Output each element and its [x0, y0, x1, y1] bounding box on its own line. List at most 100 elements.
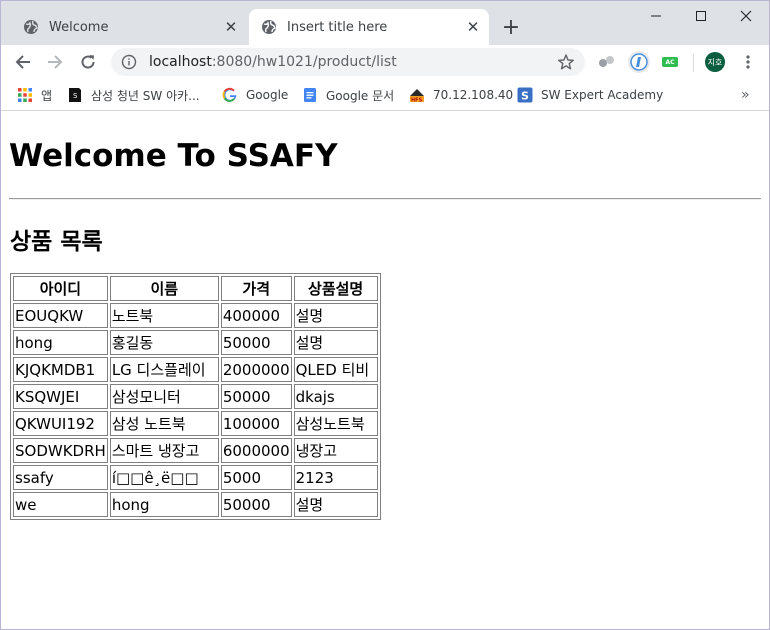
bookmark-hfs[interactable]: HFS 70.12.108.40	[409, 85, 513, 105]
whale-extension-icon[interactable]	[627, 50, 651, 74]
cell-name: 삼성 노트북	[109, 411, 219, 436]
star-icon[interactable]	[557, 53, 575, 71]
bookmarks-overflow-button[interactable]: »	[741, 85, 750, 105]
cell-name: í□□ê¸ë□□	[109, 465, 219, 490]
bookmark-label: SW Expert Academy	[541, 88, 664, 102]
cell-id: KJQKMDB1	[13, 357, 108, 382]
new-tab-button[interactable]: +	[499, 15, 523, 40]
bookmarks-bar: 앱 S 삼성 청년 SW 아카... Google Google 문서 HFS …	[1, 79, 769, 111]
ac-extension-icon[interactable]: AC	[662, 57, 678, 67]
cell-description: 삼성노트북	[293, 411, 378, 436]
ac-badge-label: AC	[665, 58, 675, 66]
page-heading: Welcome To SSAFY	[9, 138, 338, 174]
extension-icon[interactable]	[597, 53, 617, 71]
close-icon[interactable]: ✕	[465, 18, 481, 36]
bookmark-label: 앱	[41, 88, 53, 103]
table-row: ssafy í□□ê¸ë□□ 5000 2123	[13, 465, 378, 490]
svg-text:S: S	[73, 92, 78, 100]
maximize-button[interactable]	[678, 1, 724, 31]
cell-id: QKWUI192	[13, 411, 108, 436]
column-header-price: 가격	[220, 276, 292, 301]
minimize-button[interactable]	[633, 1, 679, 31]
maximize-icon	[696, 11, 706, 21]
tab-title: Welcome	[49, 19, 109, 35]
bookmark-label: Google	[246, 88, 289, 102]
cell-id: ssafy	[13, 465, 108, 490]
google-docs-icon	[304, 88, 316, 102]
cell-id: EOUQKW	[13, 303, 108, 328]
cell-id: hong	[13, 330, 108, 355]
table-row: QKWUI192 삼성 노트북 100000 삼성노트북	[13, 411, 378, 436]
url-text: localhost:8080/hw1021/product/list	[149, 54, 397, 70]
table-row: we hong 50000 설명	[13, 492, 378, 517]
cell-description: 설명	[293, 492, 378, 517]
toolbar-divider	[693, 54, 694, 72]
cell-name: 삼성모니터	[109, 384, 219, 409]
column-header-description: 상품설명	[293, 276, 378, 301]
bookmark-label: 삼성 청년 SW 아카...	[91, 88, 200, 103]
cell-id: KSQWJEI	[13, 384, 108, 409]
bookmark-google-docs[interactable]: Google 문서	[302, 85, 394, 105]
cell-price: 400000	[220, 303, 292, 328]
cell-description: 설명	[293, 330, 378, 355]
menu-button[interactable]	[734, 48, 762, 76]
cell-id: SODWKDRH	[13, 438, 108, 463]
kebab-menu-icon	[746, 55, 750, 69]
hfs-icon: HFS	[410, 89, 424, 103]
table-header-row: 아이디 이름 가격 상품설명	[13, 276, 378, 301]
bookmark-swea[interactable]: S SW Expert Academy	[517, 85, 663, 105]
cell-price: 100000	[220, 411, 292, 436]
reload-button[interactable]	[74, 48, 102, 76]
address-bar[interactable]: localhost:8080/hw1021/product/list	[111, 48, 585, 76]
arrow-left-icon	[15, 55, 30, 69]
svg-text:S: S	[521, 90, 529, 103]
page-content: Welcome To SSAFY 상품 목록 아이디 이름 가격 상품설명 EO…	[1, 112, 769, 629]
bookmark-label: Google 문서	[326, 88, 395, 103]
avatar[interactable]: 지호	[705, 52, 725, 72]
cell-description: 설명	[293, 303, 378, 328]
forward-button[interactable]	[41, 48, 69, 76]
tab-strip: Welcome ✕ Insert title here ✕ +	[1, 1, 769, 45]
arrow-right-icon	[48, 55, 63, 69]
cell-description: QLED 티비	[293, 357, 378, 382]
tab-insert-title[interactable]: Insert title here ✕	[249, 9, 489, 45]
bookmark-ssafy[interactable]: S 삼성 청년 SW 아카...	[67, 85, 200, 105]
toolbar: localhost:8080/hw1021/product/list AC 지호	[1, 45, 769, 79]
tab-welcome[interactable]: Welcome ✕	[11, 9, 247, 45]
close-window-button[interactable]	[723, 1, 769, 31]
bookmark-google[interactable]: Google	[222, 85, 288, 105]
column-header-name: 이름	[109, 276, 219, 301]
product-table: 아이디 이름 가격 상품설명 EOUQKW 노트북 400000 설명 hong…	[10, 273, 381, 520]
cell-price: 50000	[220, 384, 292, 409]
cell-id: we	[13, 492, 108, 517]
cell-description: 2123	[293, 465, 378, 490]
globe-icon	[24, 20, 38, 34]
url-path: :8080/hw1021/product/list	[211, 54, 397, 70]
cell-name: 홍길동	[109, 330, 219, 355]
cell-name: hong	[109, 492, 219, 517]
info-icon[interactable]	[121, 54, 137, 70]
profile-initials: 지호	[707, 57, 723, 67]
divider	[9, 198, 761, 200]
ssafy-icon: S	[69, 88, 81, 102]
bookmark-label: 70.12.108.40	[433, 88, 514, 102]
table-row: KSQWJEI 삼성모니터 50000 dkajs	[13, 384, 378, 409]
cell-price: 2000000	[220, 357, 292, 382]
bookmark-apps[interactable]: 앱	[17, 85, 52, 105]
cell-name: LG 디스플레이	[109, 357, 219, 382]
swea-icon: S	[517, 87, 533, 103]
svg-text:HFS: HFS	[411, 97, 423, 103]
cell-price: 6000000	[220, 438, 292, 463]
google-icon	[222, 87, 237, 102]
close-icon	[740, 10, 752, 22]
cell-name: 노트북	[109, 303, 219, 328]
close-icon[interactable]: ✕	[223, 18, 239, 36]
back-button[interactable]	[9, 48, 37, 76]
apps-grid-icon	[18, 88, 32, 102]
table-row: EOUQKW 노트북 400000 설명	[13, 303, 378, 328]
cell-name: 스마트 냉장고	[109, 438, 219, 463]
cell-description: 냉장고	[293, 438, 378, 463]
product-list-title: 상품 목록	[10, 229, 103, 255]
table-row: SODWKDRH 스마트 냉장고 6000000 냉장고	[13, 438, 378, 463]
minimize-icon	[651, 15, 661, 17]
